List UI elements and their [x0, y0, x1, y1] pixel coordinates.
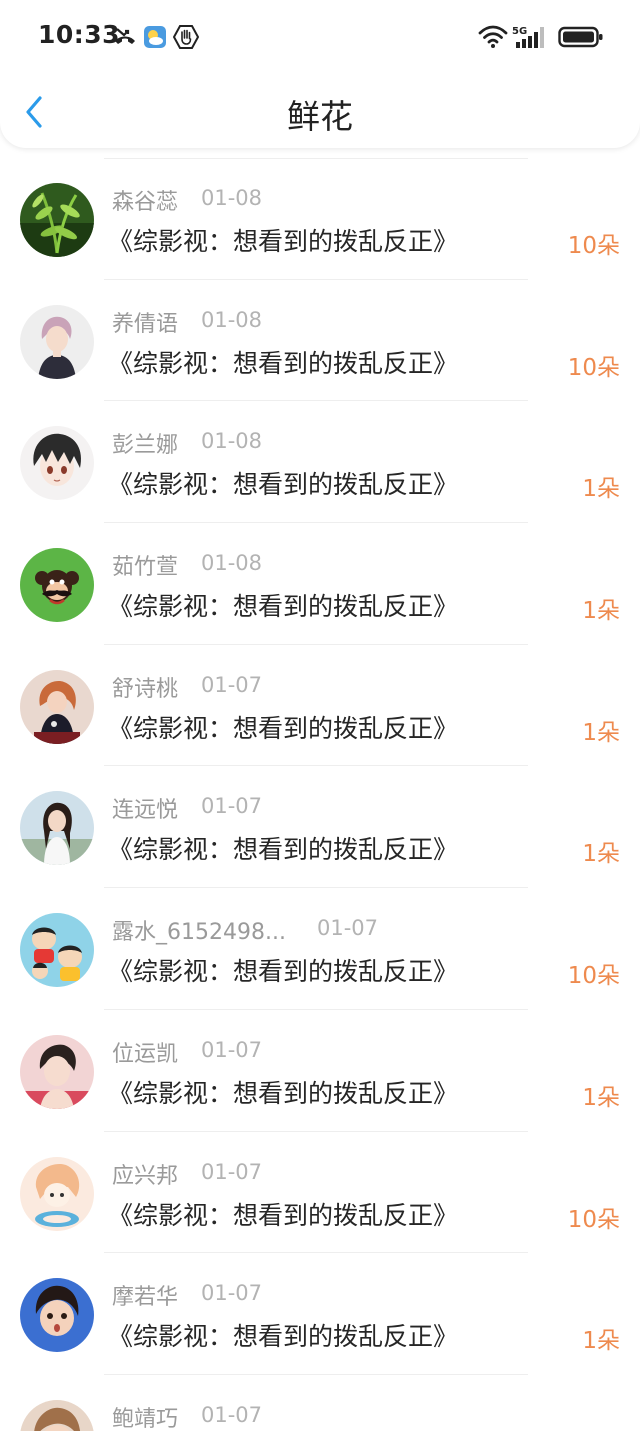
list-item[interactable]: 露水_6152498... 01-07 《综影视：想看到的拨乱反正》 10朵 [0, 888, 640, 1010]
gift-date: 01-07 [201, 1037, 263, 1062]
avatar-girl-image [20, 669, 94, 744]
avatar[interactable] [20, 304, 94, 379]
user-name: 露水_6152498... [112, 920, 286, 946]
avatar-monkey-image [20, 548, 94, 623]
avatar-child-image [20, 1399, 94, 1431]
book-title: 《综影视：想看到的拨乱反正》 [108, 1200, 459, 1230]
avatar-anime-image [20, 426, 94, 501]
list-item[interactable]: 舒诗桃 01-07 《综影视：想看到的拨乱反正》 1朵 [0, 645, 640, 767]
user-name: 应兴邦 [112, 1163, 179, 1189]
gift-date: 01-08 [201, 307, 263, 332]
gift-date: 01-07 [201, 794, 263, 819]
gift-date: 01-08 [201, 551, 263, 576]
weather-icon [144, 26, 166, 48]
avatar[interactable] [20, 426, 94, 501]
navigation-bar: 鲜花 [0, 80, 640, 144]
user-name: 鲍靖巧 [112, 1406, 179, 1431]
list-item[interactable]: 森谷蕊 01-08 《综影视：想看到的拨乱反正》 10朵 [0, 158, 640, 280]
avatar[interactable] [20, 1278, 94, 1353]
avatar[interactable] [20, 791, 94, 866]
gift-date: 01-07 [201, 1281, 263, 1306]
book-title: 《综影视：想看到的拨乱反正》 [108, 713, 459, 743]
flower-count: 1朵 [582, 1084, 620, 1111]
flower-count: 10朵 [567, 1206, 620, 1233]
list-item[interactable]: 连远悦 01-07 《综影视：想看到的拨乱反正》 1朵 [0, 766, 640, 889]
5g-signal-icon: 5G [512, 26, 544, 48]
flower-count: 1朵 [582, 476, 620, 503]
user-name: 位运凯 [112, 1041, 179, 1067]
gift-date: 01-08 [201, 186, 263, 210]
gift-date: 01-07 [317, 916, 379, 941]
avatar-plant-image [20, 183, 94, 257]
svg-text:5G: 5G [512, 26, 527, 37]
avatar[interactable] [20, 913, 94, 988]
avatar[interactable] [20, 1156, 94, 1231]
flower-count: 1朵 [582, 1328, 620, 1355]
flower-count: 1朵 [582, 841, 620, 868]
gift-date: 01-07 [201, 1159, 263, 1184]
avatar-man-image [20, 1034, 94, 1109]
book-title: 《综影视：想看到的拨乱反正》 [108, 348, 459, 378]
avatar[interactable] [20, 1399, 94, 1431]
book-title: 《综影视：想看到的拨乱反正》 [108, 957, 459, 987]
user-name: 彭兰娜 [112, 433, 179, 459]
page-title: 鲜花 [287, 97, 353, 136]
user-name: 连远悦 [112, 798, 179, 824]
status-bar: 10:33 5G [0, 0, 640, 74]
flower-count: 10朵 [567, 354, 620, 381]
hand-icon [173, 25, 199, 49]
list-item[interactable]: 彭兰娜 01-08 《综影视：想看到的拨乱反正》 1朵 [0, 401, 640, 524]
gift-date: 01-07 [201, 672, 263, 697]
missed-call-icon [115, 28, 135, 44]
header-card: 10:33 5G 鲜花 [0, 0, 640, 148]
flower-count: 10朵 [567, 963, 620, 990]
user-name: 舒诗桃 [112, 676, 179, 702]
list-item[interactable]: 鲍靖巧 01-07 [0, 1375, 640, 1431]
list-item[interactable]: 茹竹萱 01-08 《综影视：想看到的拨乱反正》 1朵 [0, 523, 640, 645]
book-title: 《综影视：想看到的拨乱反正》 [108, 227, 459, 256]
avatar[interactable] [20, 669, 94, 744]
book-title: 《综影视：想看到的拨乱反正》 [108, 1322, 459, 1352]
book-title: 《综影视：想看到的拨乱反正》 [108, 1078, 459, 1108]
list-item[interactable]: 应兴邦 01-07 《综影视：想看到的拨乱反正》 10朵 [0, 1132, 640, 1254]
flower-list: 森谷蕊 01-08 《综影视：想看到的拨乱反正》 10朵 养倩语 01-08 《… [0, 158, 640, 1431]
user-name: 摩若华 [112, 1285, 179, 1311]
gift-date: 01-07 [201, 1402, 263, 1427]
flower-count: 1朵 [582, 598, 620, 625]
avatar[interactable] [20, 548, 94, 623]
status-time: 10:33 [38, 20, 121, 49]
list-item[interactable]: 养倩语 01-08 《综影视：想看到的拨乱反正》 10朵 [0, 280, 640, 402]
avatar-cartoon-image [20, 913, 94, 988]
flower-count: 10朵 [567, 233, 620, 259]
book-title: 《综影视：想看到的拨乱反正》 [108, 470, 459, 500]
avatar[interactable] [20, 1034, 94, 1109]
gift-date: 01-08 [201, 429, 263, 454]
list-item[interactable]: 摩若华 01-07 《综影视：想看到的拨乱反正》 1朵 [0, 1253, 640, 1375]
book-title: 《综影视：想看到的拨乱反正》 [108, 592, 459, 622]
battery-icon [558, 26, 603, 48]
avatar[interactable] [20, 183, 94, 257]
book-title: 《综影视：想看到的拨乱反正》 [108, 835, 459, 865]
user-name: 茹竹萱 [112, 555, 179, 581]
user-name: 森谷蕊 [112, 190, 179, 215]
avatar-woman-image [20, 791, 94, 866]
list-item[interactable]: 位运凯 01-07 《综影视：想看到的拨乱反正》 1朵 [0, 1010, 640, 1132]
avatar-child-image [20, 1278, 94, 1353]
user-name: 养倩语 [112, 311, 179, 337]
flower-count: 1朵 [582, 719, 620, 746]
wifi-icon [478, 25, 508, 48]
avatar-illustration-image [20, 1156, 94, 1231]
app-screen: 10:33 5G 鲜花 森谷蕊 01-08 《综影视：想看到的拨乱反正》 10朵… [0, 0, 640, 1431]
avatar-person-image [20, 304, 94, 379]
